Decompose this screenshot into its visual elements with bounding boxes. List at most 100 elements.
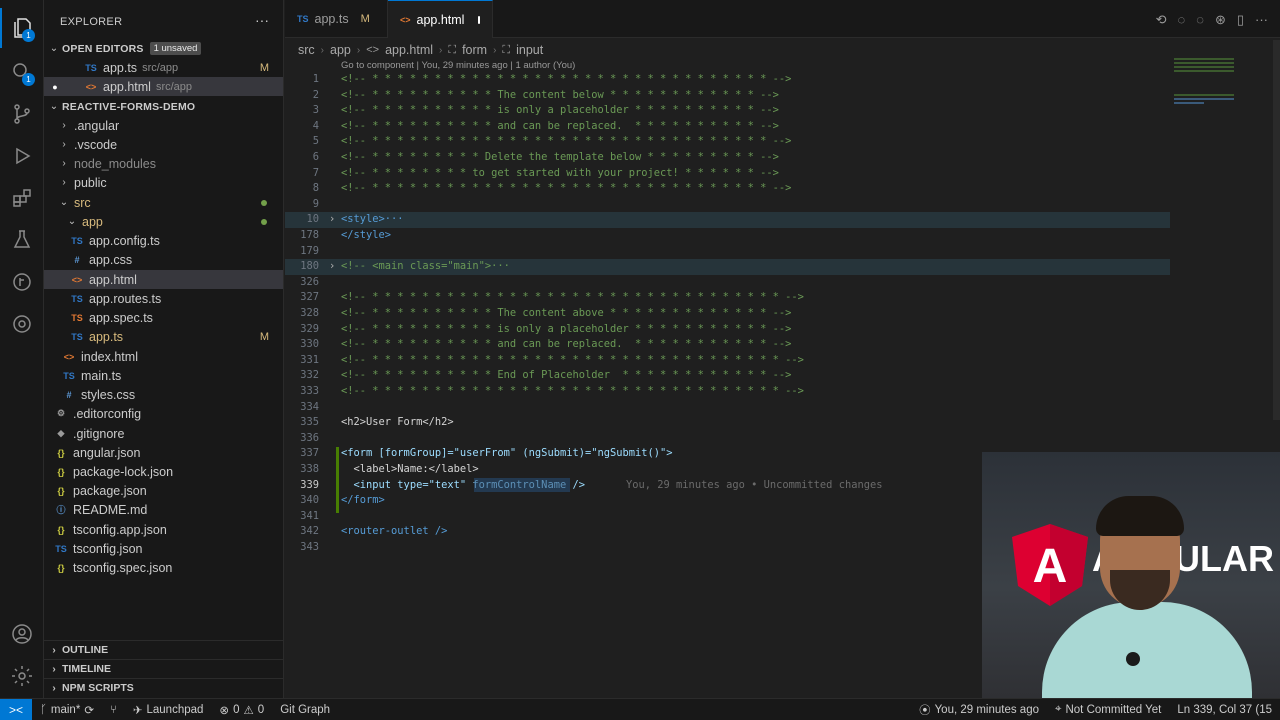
tab-app-ts[interactable]: TS app.ts M — [285, 0, 388, 38]
tree-file[interactable]: {} tsconfig.spec.json — [44, 558, 283, 577]
settings-gear-icon[interactable] — [0, 656, 44, 696]
tree-file[interactable]: TS main.ts — [44, 366, 283, 385]
extensions-icon[interactable] — [0, 178, 44, 218]
branch-status[interactable]: ᚴ main* ⟳ — [32, 703, 102, 717]
remote-indicator[interactable]: >< — [0, 698, 32, 720]
tree-file[interactable]: ◆ .gitignore — [44, 424, 283, 443]
tree-file[interactable]: TS app.ts M — [44, 327, 283, 346]
modified-dot-icon — [261, 218, 267, 225]
git-graph-status[interactable]: Git Graph — [272, 704, 338, 716]
tree-folder[interactable]: › .vscode — [44, 135, 283, 154]
tree-file[interactable]: ⓘ README.md — [44, 500, 283, 519]
json-file-icon: {} — [57, 447, 65, 458]
chevron-right-icon: › — [62, 177, 66, 188]
problems-status[interactable]: ⊗ 0 ⚠ 0 — [211, 703, 272, 717]
code-line: 3 <!-- * * * * * * * * * * is only a plac… — [312, 104, 779, 117]
more-icon[interactable]: ··· — [1255, 12, 1268, 28]
code-line: 1 <!-- * * * * * * * * * * * * * * * * * … — [312, 73, 792, 85]
blame-status[interactable]: ⦿ You, 29 minutes ago — [911, 702, 1047, 718]
editor-actions: ⟲ ◌ ◌ ⊛ ▯ ··· — [1156, 12, 1268, 28]
folded-line[interactable]: 180 › <!-- <main class="main">··· — [285, 259, 1170, 275]
tree-file[interactable]: {} angular.json — [44, 443, 283, 462]
testing-icon[interactable] — [0, 220, 44, 260]
typescript-file-icon: TS — [71, 235, 83, 246]
breadcrumb-item[interactable]: app.html — [385, 43, 433, 57]
breadcrumb-item[interactable]: app — [330, 43, 351, 57]
search-icon[interactable]: 1 — [0, 52, 44, 92]
tree-file[interactable]: TS app.config.ts — [44, 231, 283, 250]
tree-file[interactable]: TS app.spec.ts — [44, 308, 283, 327]
tree-file[interactable]: <> index.html — [44, 347, 283, 366]
unsaved-dot-icon[interactable] — [478, 15, 480, 24]
live-share-icon[interactable]: ⑂ — [102, 704, 125, 716]
tree-file[interactable]: <> app.html — [44, 270, 283, 289]
npm-scripts-section[interactable]: › NPM SCRIPTS — [44, 678, 283, 697]
open-editor-item[interactable]: ● <> app.html src/app — [44, 77, 283, 96]
explorer-icon[interactable]: 1 — [0, 8, 44, 48]
modified-dot-icon — [261, 199, 267, 206]
more-actions-icon[interactable]: ··· — [255, 12, 269, 28]
git-lens-icon[interactable] — [0, 262, 44, 302]
chevron-right-icon: › — [493, 44, 497, 56]
project-header[interactable]: ⌄ REACTIVE-FORMS-DEMO — [44, 97, 283, 116]
chevron-right-icon: › — [356, 44, 361, 56]
open-editor-item[interactable]: TS app.ts src/app M — [44, 58, 283, 77]
rocket-icon: ✈ — [132, 704, 143, 717]
breadcrumb-item[interactable]: src — [298, 43, 315, 57]
previous-change-icon[interactable]: ◌ — [1177, 12, 1185, 28]
tree-file[interactable]: {} package.json — [44, 481, 283, 500]
cursor-position[interactable]: Ln 339, Col 37 (15 — [1169, 704, 1280, 716]
tree-folder[interactable]: ⌄ src — [44, 193, 283, 212]
tree-folder[interactable]: › public — [44, 173, 283, 192]
chevron-right-icon: › — [329, 213, 336, 226]
config-file-icon: ⚙ — [56, 408, 66, 418]
code-line: 9 — [312, 197, 319, 210]
run-debug-icon[interactable] — [0, 136, 44, 176]
explorer-badge: 1 — [22, 29, 35, 42]
unsaved-dot-icon[interactable]: ● — [44, 82, 66, 92]
open-editors-header[interactable]: ⌄ OPEN EDITORS 1 unsaved — [44, 39, 283, 58]
next-change-icon[interactable]: ◌ — [1196, 12, 1204, 28]
html-file-icon: <> — [366, 44, 380, 56]
tree-file[interactable]: TS app.routes.ts — [44, 289, 283, 308]
presenter-body — [1042, 602, 1252, 698]
codelens[interactable]: Go to component | You, 29 minutes ago | … — [341, 60, 575, 71]
breadcrumb: src › app › <> app.html › ⛶ form › ⛶ inp… — [298, 41, 543, 59]
vertical-scrollbar[interactable] — [1273, 40, 1280, 420]
chevron-right-icon: › — [62, 139, 66, 150]
git-graph-icon[interactable]: ⊛ — [1215, 12, 1226, 28]
tree-file[interactable]: ⚙ .editorconfig — [44, 404, 283, 423]
modified-flag: M — [259, 330, 269, 343]
remote-explorer-icon[interactable] — [0, 304, 44, 344]
open-changes-icon[interactable]: ⟲ — [1156, 12, 1167, 28]
explorer-title: EXPLORER — [60, 16, 123, 28]
outline-section[interactable]: › OUTLINE — [44, 640, 283, 659]
tree-file[interactable]: TS tsconfig.json — [44, 539, 283, 558]
tree-folder[interactable]: › node_modules — [44, 154, 283, 173]
tree-file[interactable]: # app.css — [44, 250, 283, 269]
tree-file[interactable]: {} package-lock.json — [44, 462, 283, 481]
element-icon: ⛶ — [448, 43, 457, 56]
tree-folder[interactable]: › .angular — [44, 116, 283, 135]
element-icon: ⛶ — [502, 43, 511, 56]
tree-file[interactable]: # styles.css — [44, 385, 283, 404]
code-line: 6 <!-- * * * * * * * * * Delete the templ… — [312, 151, 779, 163]
json-file-icon: {} — [57, 524, 65, 535]
chevron-down-icon: ⌄ — [49, 43, 59, 54]
timeline-section[interactable]: › TIMELINE — [44, 659, 283, 678]
breadcrumb-item[interactable]: form — [462, 43, 487, 57]
tree-folder[interactable]: ⌄ app — [44, 212, 283, 231]
folded-line[interactable]: 10 › <style>··· — [285, 212, 1170, 228]
launchpad-status[interactable]: ✈ Launchpad — [125, 703, 212, 717]
split-editor-icon[interactable]: ▯ — [1237, 12, 1244, 28]
text-selection — [474, 478, 570, 492]
breadcrumb-item[interactable]: input — [516, 43, 543, 57]
minimap[interactable] — [1172, 56, 1272, 116]
account-icon[interactable] — [0, 614, 44, 654]
code-line: 332 <!-- * * * * * * * * * * End of Place… — [300, 369, 792, 382]
source-control-icon[interactable] — [0, 94, 44, 134]
tree-file[interactable]: {} tsconfig.app.json — [44, 520, 283, 539]
commit-state-status[interactable]: ⌖ Not Committed Yet — [1047, 703, 1169, 716]
tab-app-html[interactable]: <> app.html — [388, 0, 493, 38]
commit-icon: ⦿ — [919, 704, 931, 717]
